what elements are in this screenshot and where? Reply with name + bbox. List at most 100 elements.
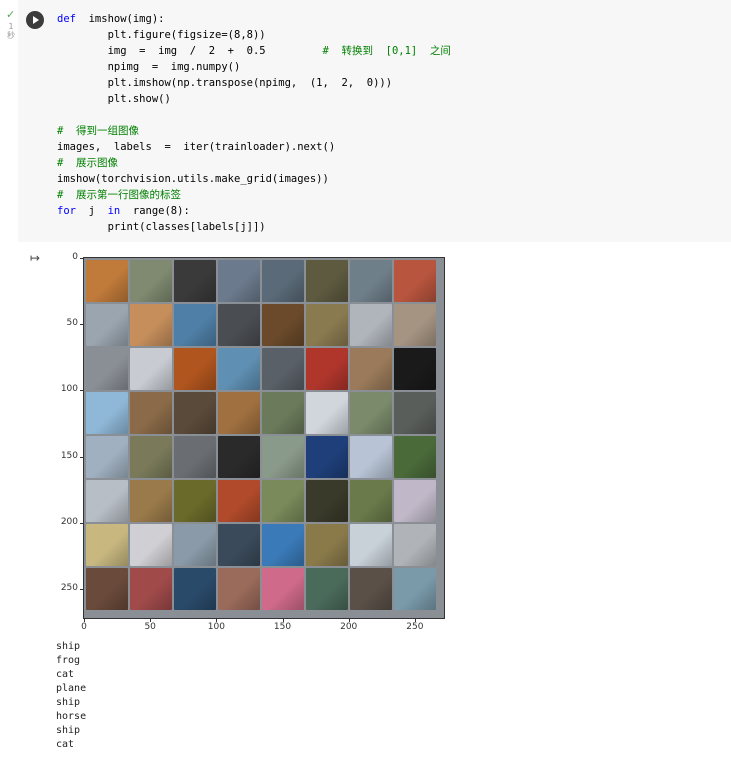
image-tile bbox=[306, 392, 348, 434]
image-tile bbox=[174, 568, 216, 610]
image-tile bbox=[218, 304, 260, 346]
y-tick-label: 150 bbox=[54, 451, 84, 461]
image-tile bbox=[86, 392, 128, 434]
image-tile bbox=[350, 304, 392, 346]
code-token: images, labels = iter(trainloader).next(… bbox=[57, 141, 336, 153]
image-tile bbox=[86, 568, 128, 610]
image-grid bbox=[86, 260, 436, 610]
stdout-line: frog bbox=[56, 655, 81, 666]
code-line: plt.figure(figsize=(8,8)) bbox=[57, 27, 451, 43]
image-tile bbox=[130, 436, 172, 478]
image-tile bbox=[262, 436, 304, 478]
x-tick-label: 100 bbox=[204, 618, 228, 632]
image-tile bbox=[218, 480, 260, 522]
code-token: plt.figure(figsize=(8,8)) bbox=[57, 29, 266, 41]
image-tile bbox=[174, 348, 216, 390]
code-line: images, labels = iter(trainloader).next(… bbox=[57, 139, 451, 155]
image-tile bbox=[306, 524, 348, 566]
code-line: imshow(torchvision.utils.make_grid(image… bbox=[57, 171, 451, 187]
code-token: img = img / 2 + 0.5 bbox=[57, 45, 323, 57]
code-token: plt.imshow(np.transpose(npimg, (1, 2, 0)… bbox=[57, 77, 393, 89]
image-tile bbox=[262, 480, 304, 522]
image-tile bbox=[306, 480, 348, 522]
image-tile bbox=[394, 568, 436, 610]
code-token: range(8): bbox=[120, 205, 190, 217]
image-tile bbox=[350, 436, 392, 478]
image-tile bbox=[174, 304, 216, 346]
image-tile bbox=[394, 260, 436, 302]
image-tile bbox=[262, 348, 304, 390]
image-tile bbox=[218, 348, 260, 390]
image-tile bbox=[130, 260, 172, 302]
image-tile bbox=[350, 260, 392, 302]
code-line: def imshow(img): bbox=[57, 11, 451, 27]
code-token: imshow(img): bbox=[75, 13, 165, 25]
image-tile bbox=[306, 260, 348, 302]
image-tile bbox=[394, 348, 436, 390]
x-tick-label: 50 bbox=[138, 618, 162, 632]
execution-time: 1 秒 bbox=[7, 22, 15, 40]
stdout-line: horse bbox=[56, 711, 87, 722]
image-tile bbox=[350, 348, 392, 390]
image-tile bbox=[86, 436, 128, 478]
image-tile bbox=[174, 436, 216, 478]
code-editor[interactable]: def imshow(img): plt.figure(figsize=(8,8… bbox=[57, 11, 451, 235]
image-tile bbox=[306, 436, 348, 478]
image-tile bbox=[218, 392, 260, 434]
image-tile bbox=[306, 568, 348, 610]
image-tile bbox=[350, 392, 392, 434]
image-tile bbox=[130, 392, 172, 434]
image-tile bbox=[86, 304, 128, 346]
code-keyword: in bbox=[107, 205, 121, 217]
code-token: imshow(torchvision.utils.make_grid(image… bbox=[57, 173, 329, 185]
code-line: plt.imshow(np.transpose(npimg, (1, 2, 0)… bbox=[57, 75, 451, 91]
x-tick-label: 150 bbox=[271, 618, 295, 632]
stdout-output: ship frog cat plane ship horse ship cat bbox=[56, 640, 86, 752]
image-tile bbox=[394, 436, 436, 478]
code-line: for j in range(8): bbox=[57, 203, 451, 219]
y-tick-label: 0 bbox=[54, 252, 84, 262]
image-tile bbox=[262, 392, 304, 434]
image-tile bbox=[130, 480, 172, 522]
image-tile bbox=[130, 568, 172, 610]
code-comment: # 转换到 [0,1] 之间 bbox=[322, 45, 451, 57]
image-tile bbox=[218, 260, 260, 302]
code-comment: # 展示图像 bbox=[57, 157, 118, 169]
code-line: # 得到一组图像 bbox=[57, 123, 451, 139]
image-tile bbox=[350, 568, 392, 610]
check-icon: ✓ bbox=[6, 8, 16, 21]
image-tile bbox=[306, 348, 348, 390]
code-cell[interactable]: ✓ 1 秒 def imshow(img): plt.figure(figsiz… bbox=[6, 0, 731, 242]
code-keyword: for bbox=[57, 205, 76, 217]
code-line: npimg = img.numpy() bbox=[57, 59, 451, 75]
image-tile bbox=[86, 260, 128, 302]
image-grid-plot: 0 50 100 150 200 250 0 50 100 150 200 250 bbox=[50, 252, 470, 637]
image-tile bbox=[174, 480, 216, 522]
image-tile bbox=[130, 304, 172, 346]
image-tile bbox=[350, 480, 392, 522]
stdout-line: ship bbox=[56, 725, 81, 736]
image-tile bbox=[218, 436, 260, 478]
image-tile bbox=[130, 348, 172, 390]
code-comment: # 得到一组图像 bbox=[57, 125, 139, 137]
image-grid-frame bbox=[83, 257, 445, 619]
image-tile bbox=[86, 524, 128, 566]
code-comment: # 展示第一行图像的标签 bbox=[57, 189, 181, 201]
image-tile bbox=[86, 480, 128, 522]
image-tile bbox=[394, 524, 436, 566]
y-tick-label: 200 bbox=[54, 517, 84, 527]
image-tile bbox=[174, 392, 216, 434]
notebook-page: ✓ 1 秒 def imshow(img): plt.figure(figsiz… bbox=[0, 0, 731, 766]
output-icon[interactable]: ↦ bbox=[30, 251, 44, 265]
stdout-line: ship bbox=[56, 641, 81, 652]
image-tile bbox=[394, 304, 436, 346]
code-line: plt.show() bbox=[57, 91, 451, 107]
y-tick-label: 50 bbox=[54, 318, 84, 328]
code-line: print(classes[labels[j]]) bbox=[57, 219, 451, 235]
image-tile bbox=[130, 524, 172, 566]
y-tick-label: 250 bbox=[54, 583, 84, 593]
x-tick-label: 250 bbox=[403, 618, 427, 632]
run-cell-button[interactable] bbox=[26, 11, 44, 29]
image-tile bbox=[262, 568, 304, 610]
